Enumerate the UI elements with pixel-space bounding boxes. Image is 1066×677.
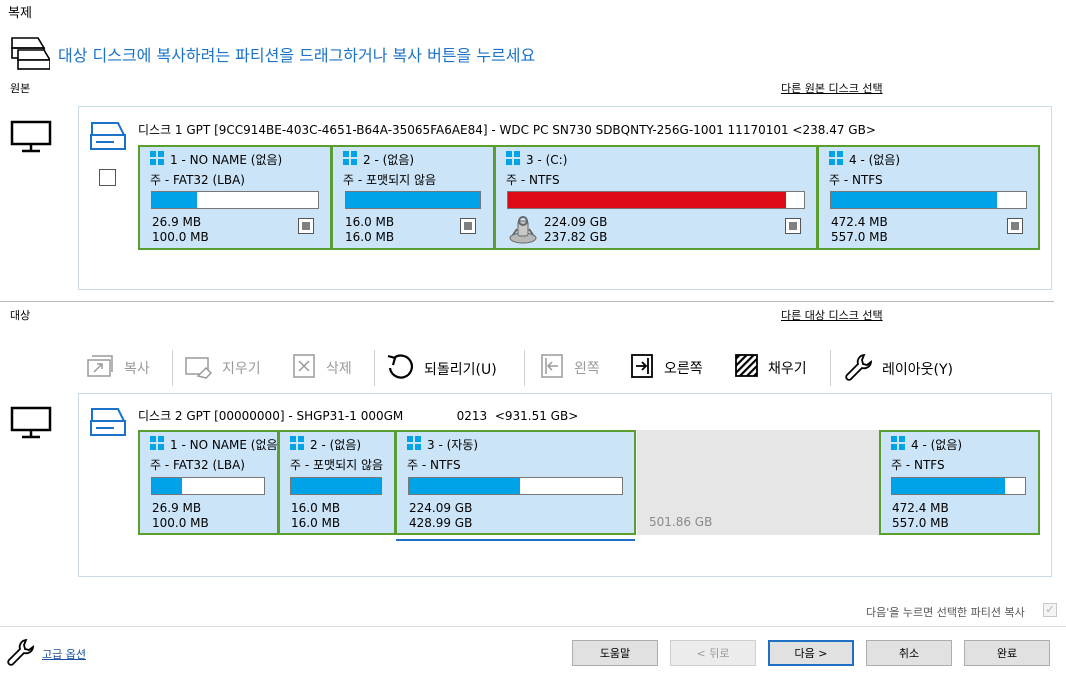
source-usage-bar-2 — [345, 191, 481, 209]
windows-icon — [150, 436, 164, 453]
source-usage-bar-3 — [507, 191, 805, 209]
erase-button[interactable]: 지우기 — [184, 352, 261, 384]
windows-icon — [343, 151, 357, 168]
source-usage-bar-1 — [151, 191, 319, 209]
windows-icon — [891, 436, 905, 453]
source-label: 원본 — [10, 82, 31, 95]
source-partition-3-sizes: 224.09 GB 237.82 GB — [544, 215, 608, 244]
eraser-icon — [184, 352, 214, 384]
target-disk-info: 디스크 2 GPT [00000000] - SHGP31-1 000GM 02… — [138, 409, 579, 423]
windows-icon — [407, 436, 421, 453]
copy-icon — [86, 352, 116, 384]
advanced-options-link[interactable]: 고급 옵션 — [42, 646, 86, 662]
target-partition-4-sizes: 472.4 MB 557.0 MB — [892, 501, 949, 530]
selected-partition-indicator — [396, 539, 635, 541]
help-button[interactable]: 도움말 — [572, 640, 658, 666]
source-partition-1-sizes: 26.9 MB 100.0 MB — [152, 215, 209, 244]
move-right-button[interactable]: 오른쪽 — [630, 352, 703, 384]
finish-button[interactable]: 완료 — [964, 640, 1050, 666]
target-label: 대상 — [10, 309, 31, 322]
copy-on-next-label: 다음'을 누르면 선택한 파티션 복사 — [866, 606, 1025, 619]
next-button[interactable]: 다음 > — [768, 640, 854, 666]
computer-icon — [10, 406, 52, 443]
source-partition-4-checkbox[interactable] — [1007, 218, 1023, 234]
source-disk-checkbox[interactable] — [99, 169, 116, 186]
move-right-icon — [630, 352, 656, 384]
copy-on-next-checkbox[interactable]: ✓ — [1043, 603, 1057, 617]
undo-button[interactable]: 되돌리기(U) — [386, 352, 497, 386]
instruction-text: 대상 디스크에 복사하려는 파티션을 드래그하거나 복사 버튼을 누르세요 — [58, 46, 536, 65]
windows-icon — [829, 151, 843, 168]
toolbar-separator — [524, 350, 525, 386]
target-partition-2-sizes: 16.0 MB 16.0 MB — [291, 501, 341, 530]
source-partition-4-sizes: 472.4 MB 557.0 MB — [831, 215, 888, 244]
source-partition-3-checkbox[interactable] — [785, 218, 801, 234]
toolbar-separator — [374, 350, 375, 386]
select-other-target-link[interactable]: 다른 대상 디스크 선택 — [781, 307, 883, 323]
target-usage-bar-2 — [290, 477, 382, 495]
wrench-icon — [844, 352, 874, 386]
toolbar-separator — [830, 350, 831, 386]
windows-icon — [290, 436, 304, 453]
fill-button[interactable]: 채우기 — [734, 352, 807, 384]
move-left-icon — [540, 352, 566, 384]
wrench-icon — [6, 637, 36, 670]
disk-icon — [88, 120, 128, 155]
undo-icon — [386, 352, 416, 386]
target-usage-bar-3 — [408, 477, 623, 495]
disk-icon — [88, 406, 128, 441]
footer-divider — [0, 626, 1066, 627]
hatch-fill-icon — [734, 352, 760, 384]
section-divider — [0, 301, 1054, 302]
target-partition-3-sizes: 224.09 GB 428.99 GB — [409, 501, 473, 530]
computer-icon — [10, 120, 52, 157]
layout-button[interactable]: 레이아웃(Y) — [844, 352, 953, 386]
select-other-source-link[interactable]: 다른 원본 디스크 선택 — [781, 80, 883, 96]
delete-icon — [292, 352, 318, 384]
unallocated-size: 501.86 GB — [649, 515, 713, 529]
source-partition-2-sizes: 16.0 MB 16.0 MB — [345, 215, 395, 244]
move-left-button[interactable]: 왼쪽 — [540, 352, 600, 384]
source-usage-bar-4 — [830, 191, 1027, 209]
source-partition-2-checkbox[interactable] — [460, 218, 476, 234]
system-drive-icon — [507, 215, 539, 248]
windows-icon — [506, 151, 520, 168]
source-partition-1-checkbox[interactable] — [298, 218, 314, 234]
toolbar-separator — [172, 350, 173, 386]
disk-stack-icon — [10, 34, 52, 73]
target-usage-bar-1 — [151, 477, 265, 495]
delete-button[interactable]: 삭제 — [292, 352, 352, 384]
windows-icon — [150, 151, 164, 168]
source-disk-info: 디스크 1 GPT [9CC914BE-403C-4651-B64A-35065… — [138, 123, 876, 137]
cancel-button[interactable]: 취소 — [866, 640, 952, 666]
target-usage-bar-4 — [891, 477, 1026, 495]
window-title: 복제 — [8, 6, 32, 21]
copy-button[interactable]: 복사 — [86, 352, 150, 384]
target-partition-1-sizes: 26.9 MB 100.0 MB — [152, 501, 209, 530]
back-button[interactable]: < 뒤로 — [670, 640, 756, 666]
